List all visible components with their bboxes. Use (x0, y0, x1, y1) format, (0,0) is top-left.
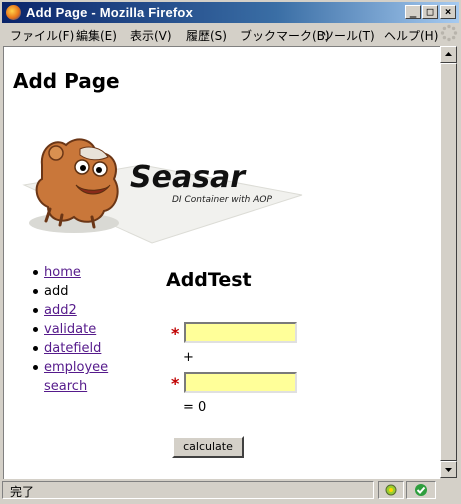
status-pane-main (2, 481, 374, 499)
browser-window: Add Page - Mozilla Firefox _ □ × ファイル(F)… (0, 0, 461, 504)
form-heading: AddTest (166, 269, 252, 291)
nav-item-add2[interactable]: add2 (33, 301, 154, 320)
arrow-up-icon (445, 52, 452, 56)
result-text: = 0 (183, 400, 207, 415)
menu-bar: ファイル(F) 編集(E) 表示(V) 履歴(S) ブックマーク(B) ツール(… (2, 24, 459, 45)
logo-tagline-text: DI Container with AOP (172, 195, 272, 205)
nav-item-validate[interactable]: validate (33, 320, 154, 339)
page-title: Add Page (13, 69, 120, 93)
required-mark-arg2: * (171, 374, 180, 393)
menu-edit[interactable]: 編集(E) (76, 27, 117, 44)
scroll-thumb[interactable] (440, 63, 457, 461)
calculate-button[interactable]: calculate (172, 436, 244, 458)
nav-item-add: add (33, 282, 154, 301)
logo-brand-text: Seasar (130, 160, 247, 195)
arrow-down-icon (445, 468, 452, 472)
title-bar: Add Page - Mozilla Firefox _ □ × (2, 2, 459, 23)
menu-file[interactable]: ファイル(F) (10, 27, 74, 44)
minimize-button[interactable]: _ (405, 5, 421, 19)
seasar-logo: Seasar DI Container with AOP (22, 138, 303, 244)
arg2-input[interactable] (184, 372, 297, 393)
nav-link-employee[interactable]: employee (44, 360, 108, 375)
vertical-scrollbar[interactable] (440, 46, 457, 478)
menu-bookmarks[interactable]: ブックマーク(B) (240, 27, 330, 44)
scroll-down-button[interactable] (440, 461, 457, 478)
close-button[interactable]: × (440, 5, 456, 19)
maximize-button[interactable]: □ (422, 5, 438, 19)
nav-link-add2[interactable]: add2 (44, 303, 77, 318)
menu-view[interactable]: 表示(V) (130, 27, 172, 44)
check-icon[interactable] (407, 482, 435, 498)
plus-label: + (183, 350, 194, 365)
nav-item-employee-search[interactable]: employee search (33, 358, 154, 396)
nav-current-add: add (44, 284, 69, 299)
status-pane-addon (378, 481, 404, 499)
menu-history[interactable]: 履歴(S) (186, 27, 227, 44)
arg1-input[interactable] (184, 322, 297, 343)
firefox-icon (6, 5, 21, 20)
scroll-up-button[interactable] (440, 46, 457, 63)
nav-list: home add add2 validate datefield employe… (33, 263, 154, 396)
nav-link-validate[interactable]: validate (44, 322, 96, 337)
nav-item-home[interactable]: home (33, 263, 154, 282)
window-title: Add Page - Mozilla Firefox (26, 5, 193, 20)
nav-link-datefield[interactable]: datefield (44, 341, 101, 356)
addon-status-icon[interactable] (379, 482, 403, 498)
page-content: Add Page Seasar DI Container with AOP ho… (3, 46, 440, 479)
menu-tools[interactable]: ツール(T) (322, 27, 375, 44)
status-bar: 完了 (2, 480, 459, 502)
nav-link-home[interactable]: home (44, 265, 81, 280)
required-mark-arg1: * (171, 324, 180, 343)
menu-help[interactable]: ヘルプ(H) (384, 27, 438, 44)
status-pane-check (406, 481, 436, 499)
nav-item-datefield[interactable]: datefield (33, 339, 154, 358)
nav-link-search[interactable]: search (44, 379, 87, 394)
throbber-icon (440, 24, 458, 42)
